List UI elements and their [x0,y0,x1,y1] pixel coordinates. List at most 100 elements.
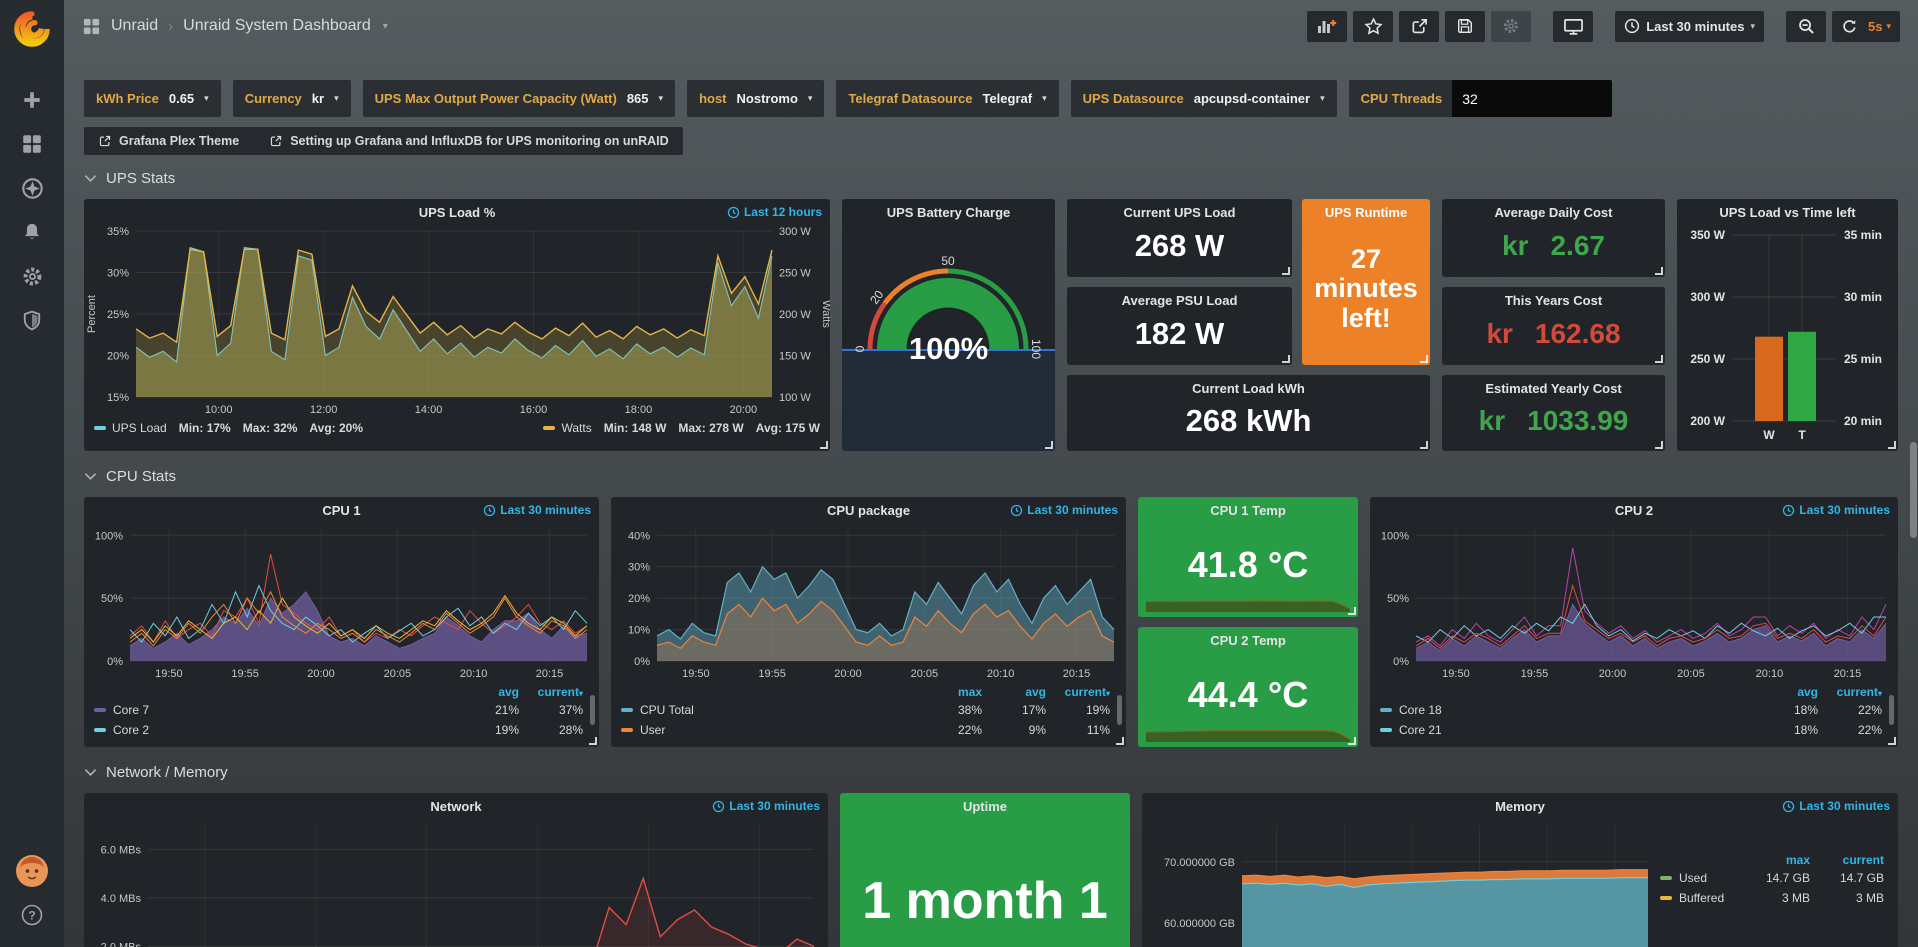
section-network-memory[interactable]: Network / Memory [84,764,1898,781]
legend-col-current[interactable]: current▾ [519,685,583,699]
chevron-down-icon[interactable]: ▾ [1042,93,1047,104]
panel-timeframe[interactable]: Last 30 minutes [1010,503,1118,517]
panel-title[interactable]: UPS Load % [84,199,830,223]
panel-timeframe[interactable]: Last 30 minutes [712,799,820,813]
legend-series-name[interactable]: UPS Load [112,421,167,435]
star-button[interactable] [1353,11,1393,42]
panel-title[interactable]: Average Daily Cost [1442,199,1665,223]
panel-resize-handle[interactable] [1045,441,1053,449]
panel-title[interactable]: CPU 1 Temp [1138,497,1358,521]
cpu2-chart[interactable]: 100%50%0%19:5019:5520:0020:0520:1020:15 [1370,521,1898,683]
legend-series-name[interactable]: Used [1660,871,1736,885]
legend-scrollbar[interactable] [1889,695,1894,725]
link-grafana-plex-theme[interactable]: Grafana Plex Theme [98,134,239,148]
cpu1-chart[interactable]: 100%50%0%19:5019:5520:0020:0520:1020:15 [84,521,599,683]
legend-col-avg[interactable]: avg [455,685,519,699]
link-ups-monitoring-guide[interactable]: Setting up Grafana and InfluxDB for UPS … [269,134,668,148]
panel-resize-handle[interactable] [589,737,597,745]
dashboards-icon[interactable] [12,122,52,166]
panel-title[interactable]: CPU 2 Temp [1138,627,1358,651]
panel-resize-handle[interactable] [1348,737,1356,745]
legend-series-name[interactable]: Core 7 [94,703,455,717]
panel-timeframe[interactable]: Last 12 hours [727,205,822,219]
create-icon[interactable] [12,78,52,122]
panel-resize-handle[interactable] [1888,441,1896,449]
cpu-package-chart[interactable]: 40%30%20%10%0%19:5019:5520:0020:0520:102… [611,521,1126,683]
panel-resize-handle[interactable] [820,441,828,449]
panel-resize-handle[interactable] [1655,267,1663,275]
legend-col-current[interactable]: current▾ [1046,685,1110,699]
panel-resize-handle[interactable] [1888,737,1896,745]
zoom-out-button[interactable] [1786,11,1826,42]
panel-timeframe[interactable]: Last 30 minutes [1782,799,1890,813]
server-admin-shield-icon[interactable] [12,298,52,342]
legend-series-name[interactable]: Watts [561,421,591,435]
legend-item[interactable]: WattsMin: 148 WMax: 278 WAvg: 175 W [543,421,820,435]
legend-series-name[interactable]: CPU Total [621,703,918,717]
variable-value[interactable]: Nostromo [737,91,798,106]
panel-resize-handle[interactable] [1420,441,1428,449]
legend-col-avg[interactable]: avg [982,685,1046,699]
memory-chart[interactable]: 70.000000 GB60.000000 GB50.000000 GB19:5… [1142,817,1660,947]
section-ups-stats[interactable]: UPS Stats [84,170,1898,187]
variable-value[interactable]: apcupsd-container [1194,91,1310,106]
variable-value[interactable]: 865 [627,91,649,106]
ups-load-chart[interactable]: 35%30%25%20%15%300 W250 W200 W150 W100 W… [84,223,830,419]
explore-compass-icon[interactable] [12,166,52,210]
legend-series-name[interactable]: Buffered [1660,891,1736,905]
save-button[interactable] [1445,11,1485,42]
variable-value[interactable]: kr [312,91,324,106]
panel-title[interactable]: UPS Runtime [1302,199,1430,223]
grafana-logo-icon[interactable] [11,8,53,50]
variable-value[interactable]: Telegraf [982,91,1032,106]
ups-bars-chart[interactable]: 350 W300 W250 W200 W35 min30 min25 min20… [1677,223,1898,447]
page-title[interactable]: Unraid System Dashboard [183,17,371,35]
time-range-picker[interactable]: Last 30 minutes ▾ [1615,11,1764,42]
panel-title[interactable]: This Years Cost [1442,287,1665,311]
user-avatar[interactable] [12,849,52,893]
panel-timeframe[interactable]: Last 30 minutes [1782,503,1890,517]
cpu-threads-input[interactable] [1452,80,1612,117]
chevron-down-icon[interactable]: ▾ [1320,93,1325,104]
panel-timeframe[interactable]: Last 30 minutes [483,503,591,517]
panel-title[interactable]: Average PSU Load [1067,287,1292,311]
legend-col-current[interactable]: current [1810,853,1884,867]
breadcrumb-folder[interactable]: Unraid [111,17,158,35]
add-panel-button[interactable] [1307,11,1347,42]
cycle-view-button[interactable] [1553,11,1593,42]
panel-title[interactable]: UPS Load vs Time left [1677,199,1898,223]
help-icon[interactable]: ? [12,893,52,937]
refresh-picker[interactable]: 5s ▾ [1832,11,1900,42]
alerting-bell-icon[interactable] [12,210,52,254]
panel-title[interactable]: Current UPS Load [1067,199,1292,223]
panel-title[interactable]: Uptime [840,793,1130,817]
legend-col-current[interactable]: current▾ [1818,685,1882,699]
legend-series-name[interactable]: User [621,723,918,737]
network-chart[interactable]: 6.0 MBs4.0 MBs2.0 MBs19:5019:5520:0020:0… [84,817,828,947]
configuration-gear-icon[interactable] [12,254,52,298]
apps-grid-icon[interactable] [82,17,101,36]
dashboard-settings-button[interactable] [1491,11,1531,42]
legend-series-name[interactable]: Core 2 [94,723,455,737]
legend-col-avg[interactable]: avg [1754,685,1818,699]
panel-resize-handle[interactable] [1420,355,1428,363]
legend-scrollbar[interactable] [590,695,595,725]
panel-resize-handle[interactable] [1116,737,1124,745]
panel-resize-handle[interactable] [1655,355,1663,363]
chevron-down-icon[interactable]: ▾ [808,93,813,104]
legend-series-name[interactable]: Core 18 [1380,703,1754,717]
panel-title[interactable]: Current Load kWh [1067,375,1430,399]
panel-resize-handle[interactable] [1348,607,1356,615]
legend-item[interactable]: UPS LoadMin: 17%Max: 32%Avg: 20% [94,421,363,435]
variable-value[interactable]: 0.65 [169,91,194,106]
panel-title[interactable]: Estimated Yearly Cost [1442,375,1665,399]
panel-resize-handle[interactable] [1282,355,1290,363]
legend-series-name[interactable]: Core 21 [1380,723,1754,737]
dashboard-picker-caret-icon[interactable]: ▾ [383,21,388,32]
share-button[interactable] [1399,11,1439,42]
scrollbar-thumb[interactable] [1910,442,1917,538]
section-cpu-stats[interactable]: CPU Stats [84,468,1898,485]
chevron-down-icon[interactable]: ▾ [334,93,339,104]
page-scrollbar[interactable] [1910,0,1917,947]
panel-resize-handle[interactable] [1655,441,1663,449]
